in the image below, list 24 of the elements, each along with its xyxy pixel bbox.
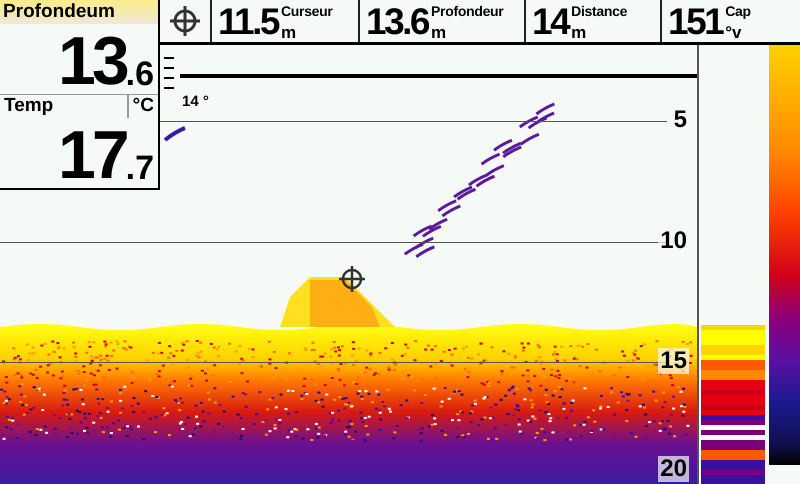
reading-label: Profondeur <box>431 2 504 20</box>
reading-unit: °v <box>725 24 742 42</box>
depth-label: Profondeum <box>0 0 158 24</box>
temperature-value: 17 <box>58 122 126 188</box>
depth-value: 13 <box>58 28 126 94</box>
temperature-decimal: .7 <box>126 149 154 188</box>
temperature-unit: °C <box>126 94 158 118</box>
depth-scale-label: 20 <box>658 456 689 482</box>
depth-scale-label: 15 <box>658 348 689 374</box>
temperature-marker: 14 ° <box>182 93 209 110</box>
depth-decimal: .6 <box>126 54 154 94</box>
reading-value: 13.6 <box>366 2 428 42</box>
reading-unit: m <box>571 24 586 42</box>
crosshair-icon <box>168 4 202 38</box>
reading-label: Cap <box>725 2 751 20</box>
reading-value: 11.5 <box>218 2 278 42</box>
reading-value: 14 <box>532 2 568 42</box>
reading-unit: m <box>431 24 446 42</box>
reading-unit: m <box>280 24 296 42</box>
temperature-label: Temp <box>3 94 54 118</box>
reading-label: Curseur <box>280 2 333 20</box>
reading-value: 151 <box>668 2 722 42</box>
crosshair-icon <box>338 265 366 293</box>
reading-label: Distance <box>571 2 628 20</box>
